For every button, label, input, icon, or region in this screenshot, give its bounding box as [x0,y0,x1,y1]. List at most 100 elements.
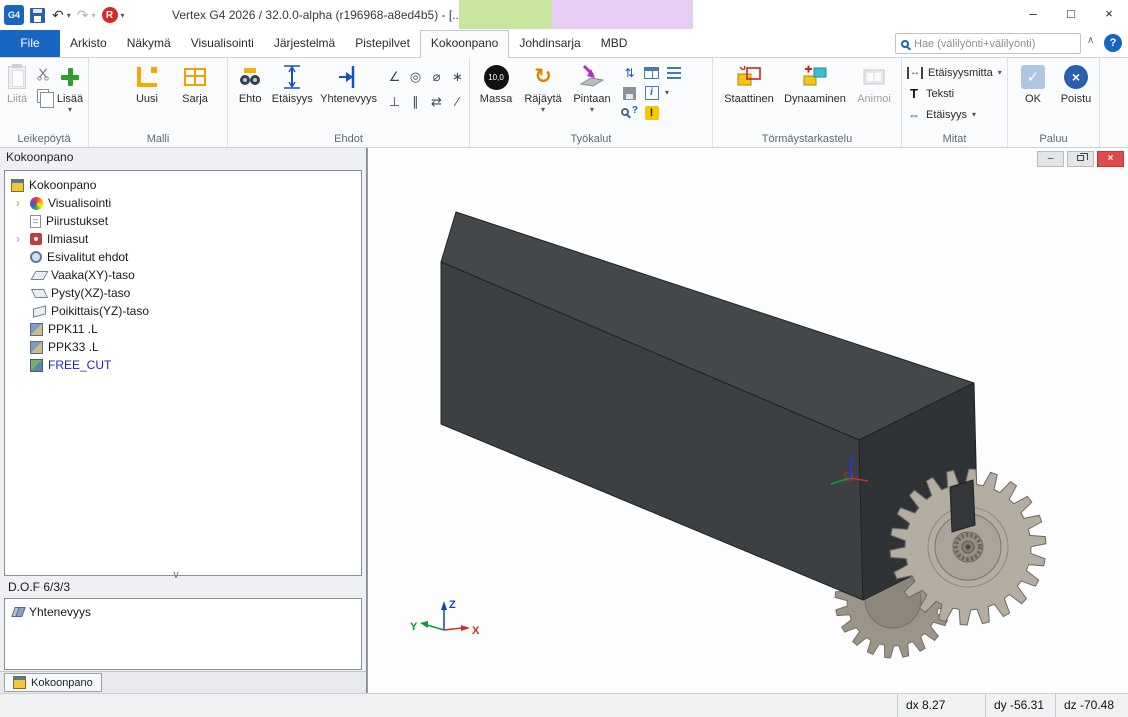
distance-constraint-icon [280,64,304,90]
help-button[interactable]: ? [1104,34,1122,52]
tree-item-kokoonpano[interactable]: Kokoonpano [5,176,361,194]
tab-arkisto[interactable]: Arkisto [60,30,117,57]
table-button[interactable] [643,65,660,81]
concentric-constraint-button[interactable]: ◎ [406,67,425,87]
model-viewport[interactable]: – × [367,148,1128,693]
xy-plane-icon [30,271,48,280]
tree-item-visualisointi[interactable]: › Visualisointi [5,194,361,212]
panel-tab-kokoonpano[interactable]: Kokoonpano [4,673,102,692]
info-caret-icon[interactable]: ▾ [665,90,669,96]
tree-item-piirustukset[interactable]: Piirustukset [5,212,361,230]
assembly-panel: Kokoonpano Kokoonpano › Visualisointi Pi… [0,148,367,693]
splitter-collapse-icon[interactable]: ∨ [172,568,180,581]
static-collision-button[interactable]: Staattinen [721,61,777,105]
document-close-button[interactable]: × [1097,151,1124,167]
constraint-item-yhtenevyys[interactable]: Yhtenevyys [5,603,361,621]
undo-caret-icon[interactable]: ▾ [67,11,71,20]
cut-button[interactable] [34,65,52,83]
save-model-button[interactable] [621,85,638,101]
document-minimize-button[interactable]: – [1037,151,1064,167]
tab-visualisointi[interactable]: Visualisointi [181,30,264,57]
paste-button[interactable]: Liitä [2,61,32,105]
tree-item-free-cut[interactable]: FREE_CUT [5,356,361,374]
distance-dimension-label: Etäisyys [926,109,967,121]
distance-constraint-button[interactable]: Etäisyys [270,61,314,105]
preset-conditions-icon [30,251,42,263]
beam-solid[interactable] [441,212,978,600]
ok-button[interactable]: ✓ OK [1018,61,1048,105]
tree-item-poikittais-yz[interactable]: Poikittais(YZ)-taso [5,302,361,320]
axis-z-label: Z [449,599,456,611]
layers-button[interactable] [665,65,682,81]
info-button[interactable]: i [643,85,660,101]
part-icon [30,323,43,336]
tab-file[interactable]: File [0,30,60,57]
record-icon[interactable]: R [102,7,118,23]
tree-item-pysty-xz[interactable]: Pysty(XZ)-taso [5,284,361,302]
angle-constraint-button[interactable]: ∠ [385,67,404,87]
save-button[interactable] [28,6,46,24]
notes-button[interactable]: ! [643,105,660,121]
text-annotation-label: Teksti [926,88,954,100]
redo-caret-icon[interactable]: ▾ [91,11,95,20]
add-button[interactable]: Lisää ▾ [54,61,86,113]
document-restore-button[interactable] [1067,151,1094,167]
mass-button[interactable]: 10,0 Massa [476,61,516,105]
qat-dropdown-icon[interactable]: ▾ [121,11,125,20]
animate-button[interactable]: Animoi [853,61,895,105]
tree-item-vaaka-xy[interactable]: Vaaka(XY)-taso [5,266,361,284]
new-part-button[interactable]: Uusi [127,61,167,105]
symmetric-constraint-button[interactable]: ⇄ [427,92,446,112]
condition-button[interactable]: Ehto [234,61,266,105]
ribbon-group-paluu: ✓ OK × Poistu Paluu [1008,58,1100,147]
ratio-constraint-button[interactable]: ∕ [448,92,467,112]
coincidence-button[interactable]: Yhtenevyys [318,61,379,105]
dynamic-collision-button[interactable]: Dynaaminen [783,61,847,105]
exit-cross-icon: × [1064,65,1088,89]
explode-icon: ↻ [534,65,552,89]
distance-measure-caret-icon: ▾ [998,70,1002,76]
midpoint-constraint-button[interactable]: ∗ [448,67,467,87]
app-icon[interactable]: G4 [4,5,24,25]
window-minimize-button[interactable]: – [1014,0,1052,30]
condition-label: Ehto [239,93,262,105]
model-canvas[interactable]: Z Y X [368,148,1128,693]
perpendicular-constraint-button[interactable]: ⊥ [385,92,404,112]
tree-item-ppk11[interactable]: PPK11 .L [5,320,361,338]
distance-measure-button[interactable]: ↔ Etäisyysmitta ▾ [902,62,1007,83]
copy-button[interactable] [34,87,52,105]
tab-kokoonpano[interactable]: Kokoonpano [420,30,509,58]
group-label-ehdot: Ehdot [228,133,469,145]
expand-icon[interactable]: › [11,232,25,246]
expand-icon[interactable]: › [11,196,25,210]
zoom-help-button[interactable]: ? [621,105,638,121]
tangent-constraint-button[interactable]: ⌀ [427,67,446,87]
tree-item-ppk33[interactable]: PPK33 .L [5,338,361,356]
tree-item-esivalitut-ehdot[interactable]: Esivalitut ehdot [5,248,361,266]
tab-jarjestelma[interactable]: Järjestelmä [264,30,345,57]
window-title: Vertex G4 2026 / 32.0.0-alpha (r196968-a… [172,0,462,30]
add-caret-icon: ▾ [68,107,72,113]
tab-johdinsarja[interactable]: Johdinsarja [509,30,590,57]
exit-button[interactable]: × Poistu [1056,61,1096,105]
text-annotation-button[interactable]: T Teksti [902,83,1007,104]
explode-button[interactable]: ↻ Räjäytä ▾ [521,61,565,113]
redo-button[interactable]: ↷ [77,0,89,30]
parallel-constraint-button[interactable]: ∥ [406,92,425,112]
gear-center [966,545,971,550]
visualization-icon [30,197,43,210]
tree-item-label: Ilmiasut [47,232,88,246]
to-surface-button[interactable]: Pintaan ▾ [570,61,614,113]
tree-item-ilmiasut[interactable]: › Ilmiasut [5,230,361,248]
series-button[interactable]: Sarja [175,61,215,105]
window-maximize-button[interactable]: □ [1052,0,1090,30]
tab-mbd[interactable]: MBD [591,30,638,57]
tab-nakyma[interactable]: Näkymä [117,30,181,57]
sort-arrows-button[interactable]: ⇅ [621,65,638,81]
tab-pistepilvet[interactable]: Pistepilvet [345,30,420,57]
distance-dimension-button[interactable]: ⇔ Etäisyys ▾ [902,104,1007,125]
search-input[interactable] [914,38,1075,50]
undo-button[interactable]: ↶ [52,0,64,30]
window-close-button[interactable]: × [1090,0,1128,30]
collapse-ribbon-icon[interactable]: ∧ [1087,35,1094,46]
